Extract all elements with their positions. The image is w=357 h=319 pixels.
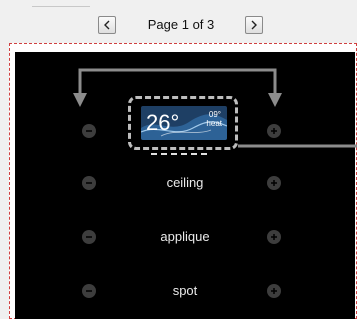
applique-label: applique [160, 229, 210, 244]
ceiling-decrease-button[interactable] [82, 176, 96, 190]
minus-icon [86, 130, 92, 132]
current-temperature: 26° [146, 110, 180, 135]
page-toolbar: Page 1 of 3 [0, 0, 357, 43]
thermostat-display: 26° 09° heat [141, 106, 227, 140]
thermostat-mode: heat [206, 119, 222, 128]
plus-icon [271, 234, 277, 240]
next-page-button[interactable] [245, 16, 263, 34]
spot-label: spot [172, 283, 198, 298]
control-panel: ceiling applique spot [15, 52, 355, 319]
plus-icon [271, 180, 277, 186]
thermostat-underline [151, 153, 207, 155]
toolbar-divider [32, 6, 90, 7]
plus-icon [271, 128, 277, 134]
applique-increase-button[interactable] [267, 230, 281, 244]
setpoint-temperature: 09° [208, 110, 221, 119]
minus-icon [86, 236, 92, 238]
previous-page-button[interactable] [98, 16, 116, 34]
thermostat-decrease-button[interactable] [82, 124, 96, 138]
thermostat-widget[interactable]: 26° 09° heat [128, 96, 238, 150]
minus-icon [86, 290, 92, 292]
chevron-right-icon [251, 20, 257, 30]
page-indicator: Page 1 of 3 [147, 17, 215, 32]
ceiling-increase-button[interactable] [267, 176, 281, 190]
ceiling-label: ceiling [166, 175, 204, 190]
applique-decrease-button[interactable] [82, 230, 96, 244]
spot-increase-button[interactable] [267, 284, 281, 298]
plus-icon [271, 288, 277, 294]
minus-icon [86, 182, 92, 184]
chevron-left-icon [104, 20, 110, 30]
spot-decrease-button[interactable] [82, 284, 96, 298]
thermostat-increase-button[interactable] [267, 124, 281, 138]
